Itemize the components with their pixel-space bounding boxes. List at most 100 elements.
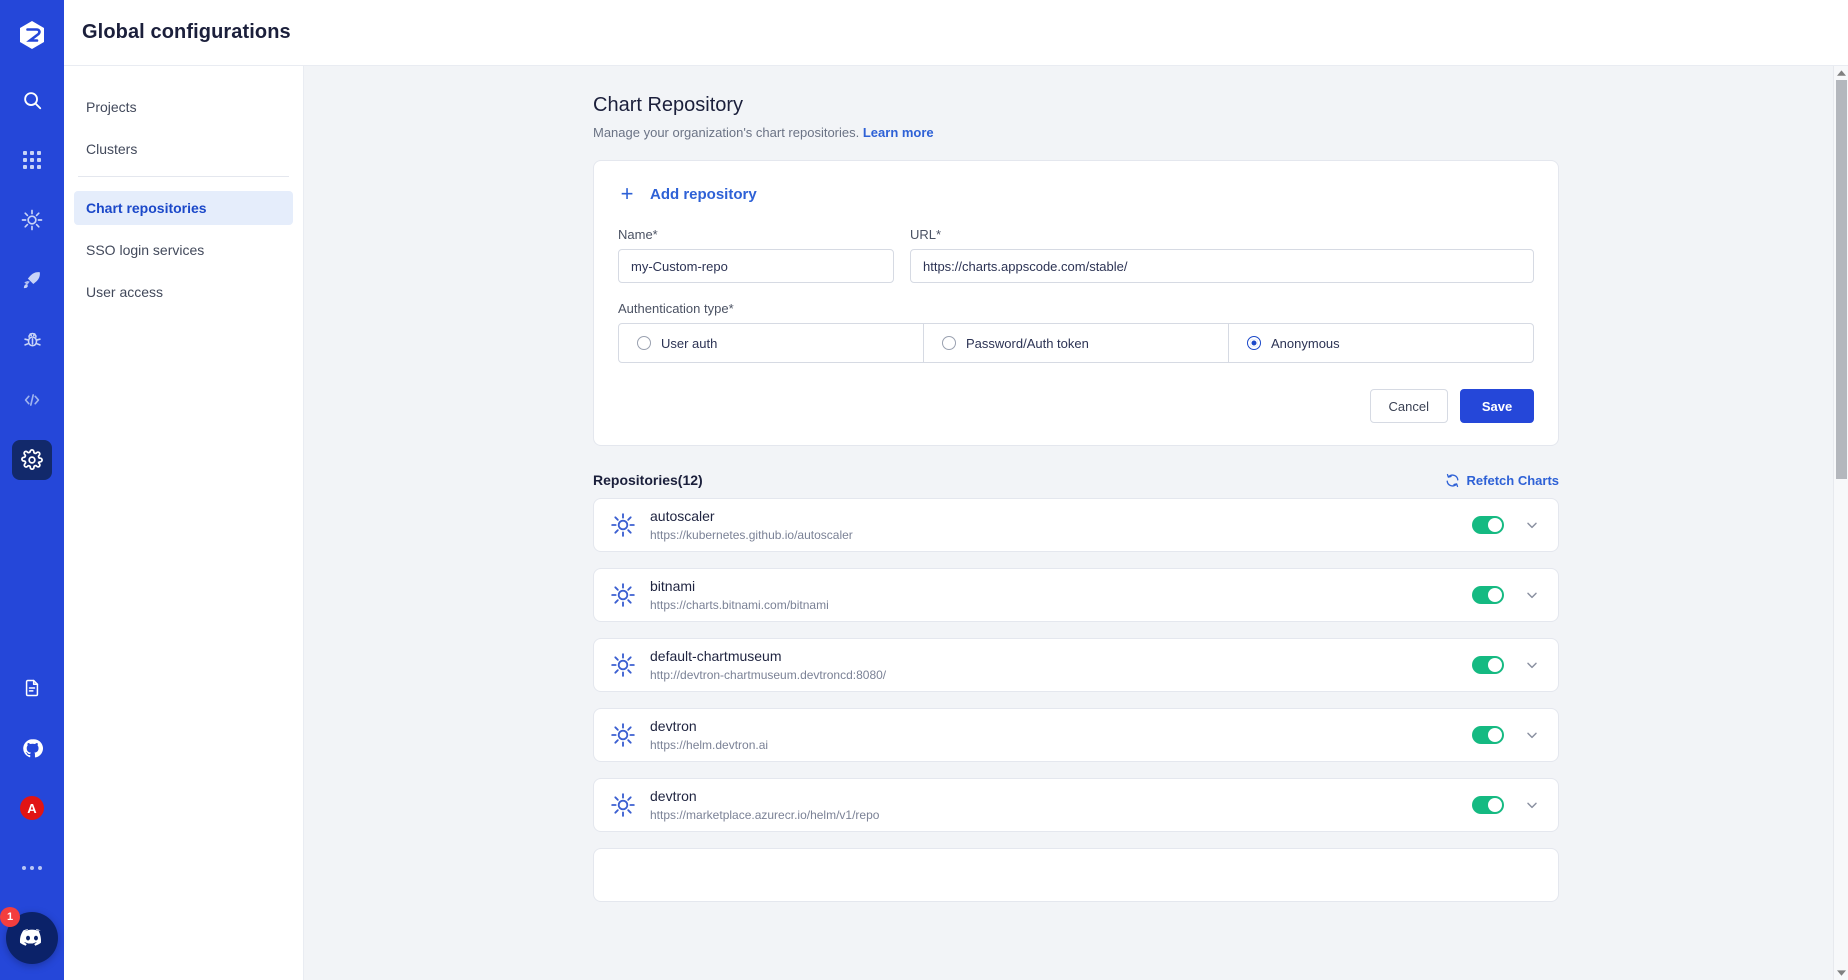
repository-url: https://kubernetes.github.io/autoscaler [650, 527, 853, 542]
dots-glyph [22, 866, 42, 870]
repository-enabled-toggle[interactable] [1472, 726, 1504, 744]
helm-wheel-icon [610, 582, 636, 608]
refetch-charts-button[interactable]: Refetch Charts [1445, 473, 1559, 488]
repository-info: devtron https://helm.devtron.ai [650, 717, 1472, 754]
document-icon[interactable] [12, 668, 52, 708]
avatar-initial: A [20, 796, 44, 820]
repository-name: devtron [650, 717, 697, 734]
form-actions: Cancel Save [618, 389, 1534, 423]
scrollbar-track[interactable] [1834, 80, 1848, 966]
repository-name: devtron [650, 787, 697, 804]
name-input[interactable] [618, 249, 894, 283]
refetch-charts-label: Refetch Charts [1466, 472, 1559, 488]
content-column: Chart Repository Manage your organizatio… [593, 94, 1559, 902]
body-row: Projects Clusters Chart repositories SSO… [64, 66, 1848, 980]
radio-anonymous[interactable] [1247, 336, 1261, 350]
repository-info: autoscaler https://kubernetes.github.io/… [650, 507, 1472, 544]
repository-enabled-toggle[interactable] [1472, 516, 1504, 534]
helm-wheel-icon [610, 792, 636, 818]
repository-enabled-toggle[interactable] [1472, 796, 1504, 814]
auth-option-user-auth[interactable]: User auth [619, 324, 924, 362]
add-repository-button[interactable]: + Add repository [618, 183, 1534, 205]
url-input[interactable] [910, 249, 1534, 283]
auth-option-label: Anonymous [1271, 335, 1340, 351]
main-inner: Chart Repository Manage your organizatio… [304, 66, 1848, 902]
main-content: Chart Repository Manage your organizatio… [304, 66, 1848, 980]
main-scrollbar[interactable] [1833, 66, 1848, 980]
chevron-down-icon[interactable] [1524, 797, 1540, 813]
more-options-icon[interactable] [12, 848, 52, 888]
sidebar-item-chart-repositories[interactable]: Chart repositories [74, 191, 293, 225]
repository-row[interactable]: autoscaler https://kubernetes.github.io/… [593, 498, 1559, 552]
section-subtitle: Manage your organization's chart reposit… [593, 125, 1559, 140]
settings-sidebar: Projects Clusters Chart repositories SSO… [64, 66, 304, 980]
repository-enabled-toggle[interactable] [1472, 586, 1504, 604]
helm-wheel-icon [610, 652, 636, 678]
repository-enabled-toggle[interactable] [1472, 656, 1504, 674]
radio-password-auth-token[interactable] [942, 336, 956, 350]
auth-option-label: User auth [661, 335, 718, 351]
repository-url: https://helm.devtron.ai [650, 737, 769, 752]
learn-more-link[interactable]: Learn more [863, 125, 934, 140]
authentication-type-label: Authentication type* [618, 301, 734, 316]
gear-icon[interactable] [12, 440, 52, 480]
discord-notification-badge: 1 [0, 907, 20, 927]
repository-url: https://marketplace.azurecr.io/helm/v1/r… [650, 807, 880, 822]
repository-url: http://devtron-chartmuseum.devtroncd:808… [650, 667, 887, 682]
repository-row[interactable]: devtron https://helm.devtron.ai [593, 708, 1559, 762]
apps-grid-icon[interactable] [12, 140, 52, 180]
bug-icon[interactable] [12, 320, 52, 360]
subtitle-text: Manage your organization's chart reposit… [593, 125, 860, 140]
add-repository-label: Add repository [650, 185, 757, 203]
chevron-down-icon[interactable] [1524, 517, 1540, 533]
repository-row[interactable]: bitnami https://charts.bitnami.com/bitna… [593, 568, 1559, 622]
scroll-down-arrow[interactable] [1834, 966, 1848, 980]
plus-icon: + [620, 181, 634, 206]
save-button[interactable]: Save [1460, 389, 1534, 423]
sidebar-item-clusters[interactable]: Clusters [74, 132, 293, 166]
sidebar-item-user-access[interactable]: User access [74, 275, 293, 309]
section-title: Chart Repository [593, 94, 744, 116]
repository-name: autoscaler [650, 507, 715, 524]
repository-name: bitnami [650, 577, 696, 594]
repository-row[interactable]: default-chartmuseum http://devtron-chart… [593, 638, 1559, 692]
name-field-group: Name* [618, 227, 894, 283]
repository-url: https://charts.bitnami.com/bitnami [650, 597, 829, 612]
code-icon[interactable] [12, 380, 52, 420]
helm-wheel-icon [610, 512, 636, 538]
sidebar-divider [78, 176, 289, 177]
sidebar-item-projects[interactable]: Projects [74, 90, 293, 124]
name-label: Name* [618, 227, 658, 242]
repository-fields-row: Name* URL* [618, 227, 1534, 283]
url-label: URL* [910, 227, 942, 242]
scrollbar-thumb[interactable] [1836, 80, 1847, 479]
github-icon[interactable] [12, 728, 52, 768]
auth-option-label: Password/Auth token [966, 335, 1089, 351]
scroll-up-arrow[interactable] [1834, 66, 1848, 80]
cancel-button[interactable]: Cancel [1369, 389, 1448, 423]
repository-list: autoscaler https://kubernetes.github.io/… [593, 498, 1559, 902]
url-field-group: URL* [910, 227, 1534, 283]
repository-row-partial[interactable] [593, 848, 1559, 902]
top-header: Global configurations [64, 0, 1848, 66]
repository-info: devtron https://marketplace.azurecr.io/h… [650, 787, 1472, 824]
user-avatar[interactable]: A [12, 788, 52, 828]
repositories-header: Repositories(12) Refetch Charts [593, 472, 1559, 488]
chevron-down-icon[interactable] [1524, 727, 1540, 743]
auth-option-anonymous[interactable]: Anonymous [1229, 324, 1533, 362]
repository-info: bitnami https://charts.bitnami.com/bitna… [650, 577, 1472, 614]
chevron-down-icon[interactable] [1524, 587, 1540, 603]
app-root: A 1 Global configurations Projects Clust… [0, 0, 1848, 980]
radio-user-auth[interactable] [637, 336, 651, 350]
devtron-logo[interactable] [15, 18, 49, 52]
rocket-icon[interactable] [12, 260, 52, 300]
discord-button-wrapper: 1 [0, 907, 58, 964]
primary-nav-rail: A 1 [0, 0, 64, 980]
helm-chart-icon[interactable] [12, 200, 52, 240]
sidebar-item-sso-login-services[interactable]: SSO login services [74, 233, 293, 267]
auth-option-password-auth-token[interactable]: Password/Auth token [924, 324, 1229, 362]
search-icon[interactable] [12, 80, 52, 120]
chevron-down-icon[interactable] [1524, 657, 1540, 673]
chart-repository-title: Chart Repository Manage your organizatio… [593, 94, 1559, 140]
repository-row[interactable]: devtron https://marketplace.azurecr.io/h… [593, 778, 1559, 832]
